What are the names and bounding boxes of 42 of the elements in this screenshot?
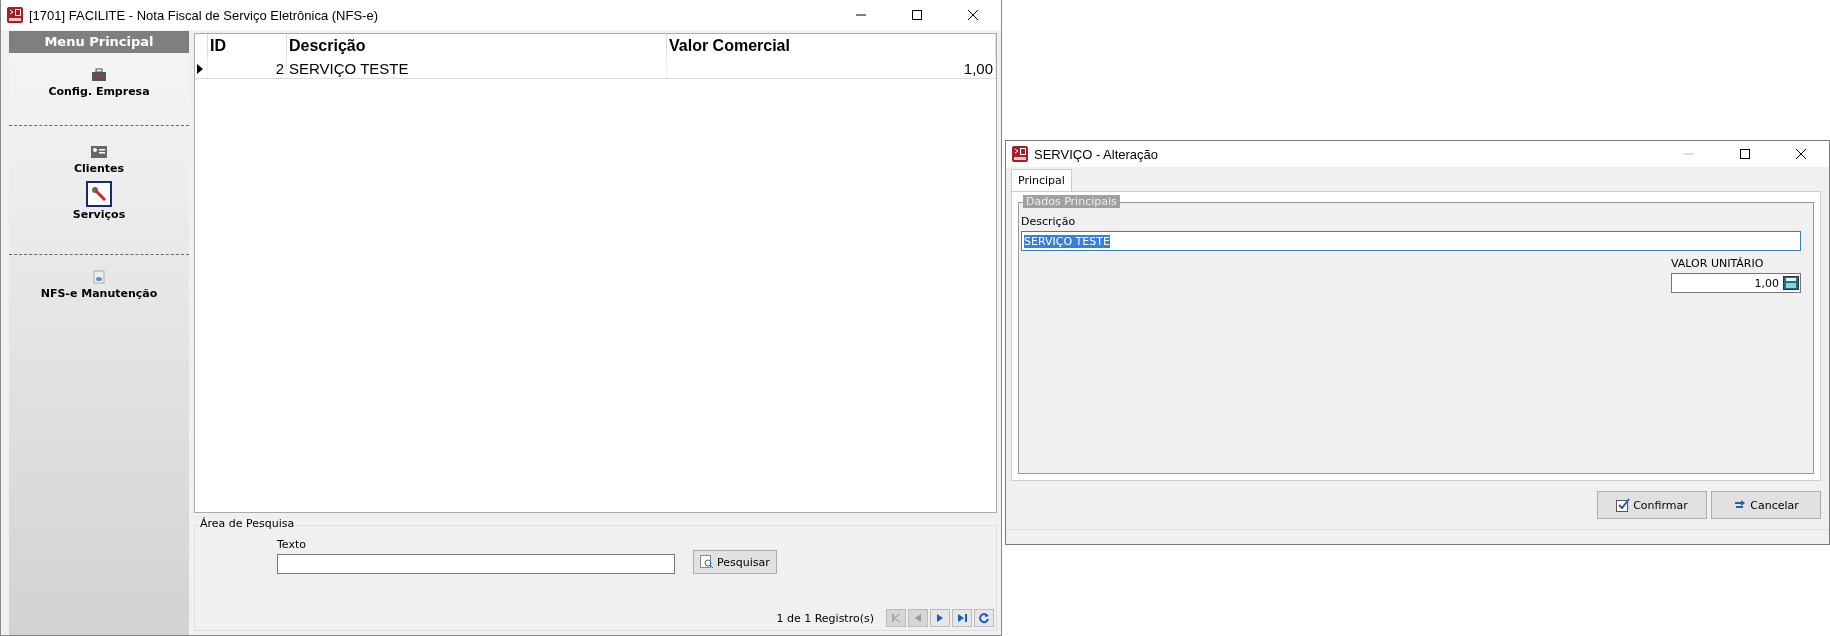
document-icon <box>91 270 107 284</box>
record-count: 1 de 1 Registro(s) <box>776 611 874 625</box>
table-cell: SERVIÇO TESTE <box>286 58 667 79</box>
current-row-icon <box>197 63 203 74</box>
group-title: Dados Principais <box>1023 195 1120 208</box>
wrench-icon <box>88 183 110 205</box>
refresh-button[interactable] <box>974 609 994 627</box>
sidebar-header: Menu Principal <box>9 31 189 53</box>
dialog-title: SERVIÇO - Alteração <box>1034 146 1160 162</box>
window-title: [1701] FACILITE - Nota Fiscal de Serviço Eletrônica (NFS-e) <box>29 7 379 23</box>
field-label: VALOR UNITÁRIO <box>1671 257 1765 270</box>
calculator-icon[interactable] <box>1783 276 1799 290</box>
checkmark-icon <box>1616 498 1631 512</box>
sidebar-item[interactable]: Serviços <box>67 182 131 222</box>
search-field[interactable] <box>277 554 675 574</box>
app-logo-icon <box>7 7 23 23</box>
column-header[interactable]: Valor Comercial <box>666 34 996 58</box>
text-field[interactable]: SERVIÇO TESTE <box>1021 231 1801 251</box>
column-header[interactable]: Descrição <box>286 34 667 58</box>
sidebar-item[interactable]: Config. Empresa <box>43 67 155 99</box>
skip-start-icon <box>890 612 902 624</box>
cancel-button[interactable]: Cancelar <box>1711 491 1821 519</box>
search-button[interactable]: Pesquisar <box>693 550 777 574</box>
sidebar-item[interactable]: Clientes <box>68 144 130 176</box>
briefcase-icon <box>91 68 107 82</box>
refresh-icon <box>978 612 990 624</box>
field-label: Descrição <box>1021 215 1077 228</box>
tab[interactable]: Principal <box>1011 169 1072 191</box>
table-cell: 2 <box>207 58 287 79</box>
search-icon <box>700 555 714 569</box>
skip-end-icon <box>956 612 968 624</box>
field-label: Texto <box>277 538 307 551</box>
table-cell: 1,00 <box>666 58 996 79</box>
app-logo-icon <box>1012 146 1028 162</box>
confirm-button[interactable]: Confirmar <box>1597 491 1707 519</box>
column-header[interactable]: ID <box>207 34 287 58</box>
panel-title: Área de Pesquisa <box>198 517 297 530</box>
contact-card-icon <box>91 145 107 159</box>
next-button[interactable] <box>930 609 950 627</box>
last-button[interactable] <box>952 609 972 627</box>
sidebar-item[interactable]: NFS-e Manutenção <box>35 269 163 301</box>
value-field[interactable]: 1,00 <box>1671 273 1801 293</box>
